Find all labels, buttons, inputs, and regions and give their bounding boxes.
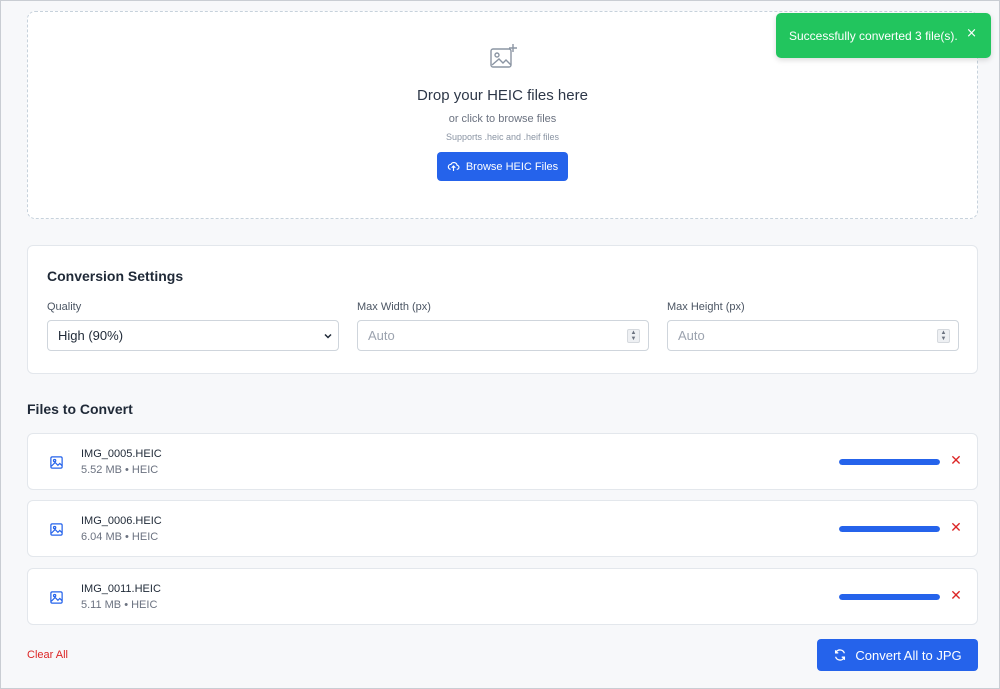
image-file-icon (50, 523, 63, 536)
toast-close-button[interactable]: × (966, 26, 977, 41)
max-width-label: Max Width (px) (357, 301, 431, 313)
app-frame: Drop your HEIC files here or click to br… (0, 0, 1000, 689)
files-section-title: Files to Convert (27, 401, 133, 417)
toast-message: Successfully converted 3 file(s). (789, 28, 958, 43)
quality-field: Quality High (90%) (47, 301, 339, 351)
file-meta: 5.52 MB • HEIC (81, 464, 159, 476)
refresh-icon (835, 649, 846, 661)
max-width-input[interactable]: Auto ▲ ▼ (357, 320, 649, 351)
convert-all-label: Convert All to JPG (855, 647, 962, 663)
max-height-input[interactable]: Auto ▲ ▼ (667, 320, 959, 351)
dropzone-title: Drop your HEIC files here (417, 87, 588, 104)
chevron-down-icon (324, 333, 332, 339)
max-height-field: Max Height (px) Auto ▲ ▼ (667, 301, 959, 351)
conversion-settings-panel: Conversion Settings Quality High (90%) M… (27, 245, 978, 374)
remove-file-button[interactable]: ✕ (948, 519, 964, 537)
convert-all-button[interactable]: Convert All to JPG (817, 639, 978, 671)
progress-fill (839, 459, 940, 465)
file-name: IMG_0006.HEIC (81, 515, 162, 527)
conversion-progress-bar (839, 594, 940, 600)
file-meta: 5.11 MB • HEIC (81, 599, 158, 611)
dropzone-subtitle: or click to browse files (448, 113, 557, 125)
image-file-icon (50, 456, 63, 469)
max-width-placeholder: Auto (368, 328, 395, 343)
number-spinner-icon[interactable]: ▲ ▼ (937, 329, 950, 343)
remove-file-button[interactable]: ✕ (948, 452, 964, 470)
progress-fill (839, 594, 940, 600)
browse-button-label: Browse HEIC Files (465, 160, 559, 173)
file-name: IMG_0011.HEIC (81, 583, 161, 595)
file-name: IMG_0005.HEIC (81, 448, 162, 460)
image-file-icon (50, 591, 63, 604)
browse-files-button[interactable]: Browse HEIC Files (437, 152, 568, 181)
max-height-placeholder: Auto (678, 328, 705, 343)
image-add-icon (489, 44, 517, 68)
quality-select[interactable]: High (90%) (47, 320, 339, 351)
progress-fill (839, 526, 940, 532)
conversion-progress-bar (839, 459, 940, 465)
cloud-upload-icon (447, 162, 460, 171)
conversion-progress-bar (839, 526, 940, 532)
quality-label: Quality (47, 301, 82, 313)
max-height-label: Max Height (px) (667, 301, 745, 313)
settings-title: Conversion Settings (47, 268, 184, 284)
file-meta: 6.04 MB • HEIC (81, 531, 159, 543)
number-spinner-icon[interactable]: ▲ ▼ (627, 329, 640, 343)
dropzone-note: Supports .heic and .heif files (445, 132, 560, 142)
clear-all-link[interactable]: Clear All (27, 649, 68, 661)
quality-value: High (90%) (58, 328, 124, 343)
file-list-item: IMG_0006.HEIC 6.04 MB • HEIC ✕ (27, 500, 978, 557)
max-width-field: Max Width (px) Auto ▲ ▼ (357, 301, 649, 351)
remove-file-button[interactable]: ✕ (948, 587, 964, 605)
file-list-item: IMG_0011.HEIC 5.11 MB • HEIC ✕ (27, 568, 978, 625)
success-toast: Successfully converted 3 file(s). × (776, 13, 991, 58)
file-list-item: IMG_0005.HEIC 5.52 MB • HEIC ✕ (27, 433, 978, 490)
